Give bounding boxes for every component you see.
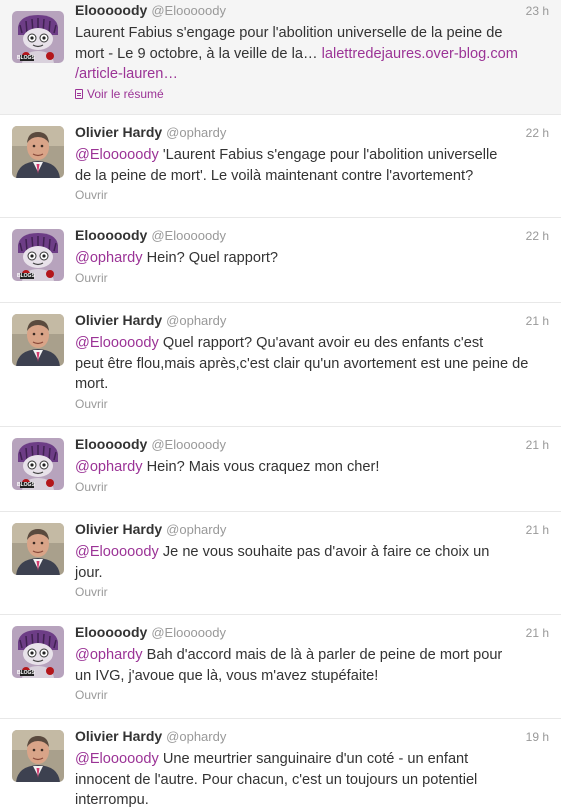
tweet-text-line: Quel rapport? Qu'avant avoir eu des enfa… bbox=[158, 335, 484, 351]
tweet-mention[interactable]: @ophardy bbox=[75, 459, 143, 475]
tweet-timestamp[interactable]: 22 h bbox=[526, 229, 549, 243]
tweet-text-line: innocent de l'autre. Pour chacun, c'est … bbox=[75, 771, 478, 788]
tweet-text: @Elooooody 'Laurent Fabius s'engage pour… bbox=[75, 145, 549, 186]
tweet-text: Laurent Fabius s'engage pour l'abolition… bbox=[75, 23, 549, 85]
tweet-text: @ophardy Bah d'accord mais de là à parle… bbox=[75, 645, 549, 686]
tweet-mention[interactable]: @ophardy bbox=[75, 250, 143, 266]
tweet-item[interactable]: BLOGS Elooooody @Elooooody 22 h @ophardy … bbox=[0, 218, 561, 303]
tweet-author-name[interactable]: Elooooody bbox=[75, 2, 147, 18]
open-tweet-button[interactable]: Ouvrir bbox=[75, 688, 549, 702]
tweet-text-line: interrompu. bbox=[75, 792, 149, 808]
tweet-item[interactable]: Olivier Hardy @ophardy 19 h @Elooooody Un… bbox=[0, 719, 561, 811]
tweet-item[interactable]: BLOGS Elooooody @Elooooody 21 h @ophardy … bbox=[0, 427, 561, 512]
tweet-timestamp[interactable]: 21 h bbox=[526, 314, 549, 328]
view-summary-button[interactable]: Voir le résumé bbox=[75, 87, 549, 101]
avatar[interactable] bbox=[12, 126, 64, 178]
tweet-text-line: mort. bbox=[75, 376, 109, 392]
tweet-author-handle[interactable]: @Elooooody bbox=[151, 625, 226, 640]
tweet-author-handle[interactable]: @ophardy bbox=[166, 729, 226, 744]
tweet-text-line: un IVG, j'avoue que là, vous m'avez stup… bbox=[75, 667, 379, 684]
tweet-text: @ophardy Hein? Quel rapport? bbox=[75, 248, 549, 269]
avatar[interactable] bbox=[12, 314, 64, 366]
open-tweet-button[interactable]: Ouvrir bbox=[75, 271, 549, 285]
tweet-item[interactable]: BLOGS Elooooody @Elooooody 23 h Laurent F… bbox=[0, 0, 561, 115]
tweet-timestamp[interactable]: 21 h bbox=[526, 523, 549, 537]
open-tweet-button[interactable]: Ouvrir bbox=[75, 397, 549, 411]
tweet-item[interactable]: Olivier Hardy @ophardy 21 h @Elooooody Je… bbox=[0, 512, 561, 615]
avatar-badge-text: BLOGS bbox=[17, 273, 35, 279]
avatar[interactable]: BLOGS bbox=[12, 229, 64, 281]
tweet-timestamp[interactable]: 19 h bbox=[526, 730, 549, 744]
tweet-author-name[interactable]: Olivier Hardy bbox=[75, 728, 162, 744]
tweet-item[interactable]: Olivier Hardy @ophardy 21 h @Elooooody Qu… bbox=[0, 303, 561, 427]
tweet-author-name[interactable]: Olivier Hardy bbox=[75, 521, 162, 537]
tweet-text: @Elooooody Je ne vous souhaite pas d'avo… bbox=[75, 542, 549, 583]
tweet-mention[interactable]: @Elooooody bbox=[75, 147, 159, 163]
avatar-badge-text: BLOGS bbox=[17, 482, 35, 488]
avatar[interactable]: BLOGS bbox=[12, 11, 64, 63]
avatar[interactable] bbox=[12, 523, 64, 575]
tweet-text-line: 'Laurent Fabius s'engage pour l'abolitio… bbox=[158, 147, 498, 163]
tweet-author-handle[interactable]: @Elooooody bbox=[151, 437, 226, 452]
avatar[interactable] bbox=[12, 730, 64, 782]
open-tweet-button[interactable]: Ouvrir bbox=[75, 480, 549, 494]
tweet-author-handle[interactable]: @ophardy bbox=[166, 313, 226, 328]
tweet-text-line: Laurent Fabius s'engage pour l'abolition… bbox=[75, 25, 503, 41]
tweet-author-name[interactable]: Olivier Hardy bbox=[75, 312, 162, 328]
tweet-text-line: Bah d'accord mais de là à parler de pein… bbox=[142, 647, 503, 663]
view-summary-label: Voir le résumé bbox=[87, 86, 164, 101]
tweet-mention[interactable]: @Elooooody bbox=[75, 335, 159, 351]
tweet-timestamp[interactable]: 21 h bbox=[526, 626, 549, 640]
tweet-author-name[interactable]: Olivier Hardy bbox=[75, 124, 162, 140]
tweet-text-line: de la peine de mort'. Le voilà maintenan… bbox=[75, 167, 474, 184]
tweet-author-name[interactable]: Elooooody bbox=[75, 624, 147, 640]
tweet-item[interactable]: Olivier Hardy @ophardy 22 h @Elooooody 'L… bbox=[0, 115, 561, 218]
open-tweet-button[interactable]: Ouvrir bbox=[75, 188, 549, 202]
tweet-author-handle[interactable]: @Elooooody bbox=[151, 3, 226, 18]
tweet-author-handle[interactable]: @ophardy bbox=[166, 522, 226, 537]
tweet-timestamp[interactable]: 23 h bbox=[526, 4, 549, 18]
tweet-text-line: peut être flou,mais après,c'est clair qu… bbox=[75, 355, 529, 372]
tweet-mention[interactable]: @ophardy bbox=[75, 647, 143, 663]
tweet-text-line: jour. bbox=[75, 564, 103, 581]
avatar[interactable]: BLOGS bbox=[12, 438, 64, 490]
tweet-mention[interactable]: @Elooooody bbox=[75, 544, 159, 560]
tweet-mention[interactable]: @Elooooody bbox=[75, 751, 159, 767]
tweet-link-continued[interactable]: /article-lauren… bbox=[75, 66, 178, 82]
tweet-author-name[interactable]: Elooooody bbox=[75, 227, 147, 243]
tweet-timestamp[interactable]: 22 h bbox=[526, 126, 549, 140]
tweet-text: @ophardy Hein? Mais vous craquez mon che… bbox=[75, 457, 549, 478]
avatar-badge-text: BLOGS bbox=[17, 670, 35, 676]
open-tweet-button[interactable]: Ouvrir bbox=[75, 585, 549, 599]
tweet-text: @Elooooody Quel rapport? Qu'avant avoir … bbox=[75, 333, 549, 395]
avatar-badge-text: BLOGS bbox=[17, 55, 35, 61]
tweet-item[interactable]: BLOGS Elooooody @Elooooody 21 h @ophardy … bbox=[0, 615, 561, 719]
tweet-link[interactable]: lalettredejaures.over-blog.com bbox=[322, 46, 518, 62]
tweet-author-handle[interactable]: @Elooooody bbox=[151, 228, 226, 243]
tweet-text: @Elooooody Une meurtrier sanguinaire d'u… bbox=[75, 749, 549, 811]
tweet-text-line: Une meurtrier sanguinaire d'un coté - un… bbox=[158, 751, 469, 767]
tweet-author-handle[interactable]: @ophardy bbox=[166, 125, 226, 140]
tweet-author-name[interactable]: Elooooody bbox=[75, 436, 147, 452]
tweet-text-line: Je ne vous souhaite pas d'avoir à faire … bbox=[158, 544, 490, 560]
tweet-timestamp[interactable]: 21 h bbox=[526, 438, 549, 452]
tweet-text-line: mort - Le 9 octobre, à la veille de la… bbox=[75, 45, 322, 62]
tweet-text-line: Hein? Quel rapport? bbox=[142, 250, 279, 266]
tweet-timeline: BLOGS Elooooody @Elooooody 23 h Laurent F… bbox=[0, 0, 561, 811]
document-icon bbox=[75, 88, 83, 99]
tweet-text-line: Hein? Mais vous craquez mon cher! bbox=[142, 459, 380, 475]
avatar[interactable]: BLOGS bbox=[12, 626, 64, 678]
